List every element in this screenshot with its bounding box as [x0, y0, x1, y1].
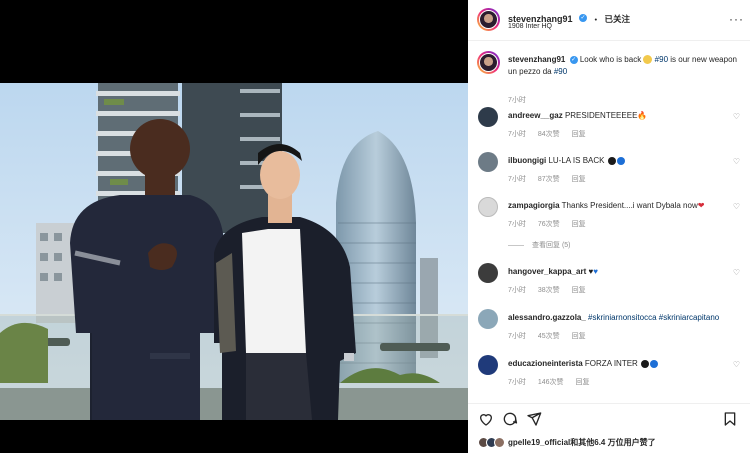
comment-icon[interactable] [502, 411, 518, 427]
comment-likes[interactable]: 38次赞 [538, 287, 560, 294]
comment-likes[interactable]: 45次赞 [538, 333, 560, 340]
comment-like-icon[interactable]: ♡ [733, 112, 740, 121]
blue-circle-emoji-icon [616, 156, 625, 165]
post-side-panel: stevenzhang91 ✓ • 已关注 1908 Inter HQ ··· … [468, 0, 750, 453]
more-icon[interactable]: ··· [729, 12, 744, 26]
comment-text: PRESIDENTEEEEE [564, 111, 638, 120]
comment-body: ilbuongigi LU-LA IS BACK [508, 155, 746, 167]
comment-text: FORZA INTER [584, 359, 638, 368]
black-circle-emoji-icon [607, 156, 616, 165]
comment-like-icon[interactable]: ♡ [733, 157, 740, 166]
comment-like-icon[interactable]: ♡ [733, 360, 740, 369]
blue-circle-emoji-icon [650, 359, 659, 368]
comment-meta: 7小时 87次赞 回复 [508, 174, 596, 184]
comment-body: zampagiorgia Thanks President....i want … [508, 200, 746, 212]
verified-icon: ✓ [578, 13, 587, 22]
bookmark-icon[interactable] [722, 411, 738, 427]
comment-avatar[interactable] [478, 309, 498, 329]
comment-body: andreew__gaz PRESIDENTEEEEE🔥 [508, 110, 746, 122]
black-circle-emoji-icon [641, 359, 650, 368]
caption-username[interactable]: stevenzhang91 [508, 55, 565, 64]
reply-button[interactable]: 回复 [576, 379, 590, 386]
likes-summary: gpelle19_official和其他6.4 万位用户赞了 [468, 433, 750, 453]
caption-line-1: stevenzhang91 ✓ Look who is back #90 is … [508, 54, 746, 66]
comment-avatar[interactable] [478, 197, 498, 217]
comment-time: 7小时 [508, 287, 526, 294]
caption-hashtag-90[interactable]: #90 [655, 55, 668, 64]
comment-avatar[interactable] [478, 107, 498, 127]
comment-avatar[interactable] [478, 152, 498, 172]
post-photo[interactable] [0, 83, 468, 420]
comment-body: hangover_kappa_art ♥♥ [508, 266, 746, 278]
comment-username[interactable]: alessandro.gazzola_ [508, 313, 586, 322]
blue-heart-emoji-icon: ♥ [593, 267, 598, 276]
comment-meta: 7小时 84次赞 回复 [508, 129, 596, 139]
likes-count[interactable]: 和其他6.4 万位用户赞了 [570, 438, 655, 447]
view-replies-button[interactable]: 查看回复 (5) [508, 240, 571, 250]
comment-text: Thanks President....i want Dybala now [561, 201, 698, 210]
action-bar [468, 403, 750, 433]
comment-avatar[interactable] [478, 355, 498, 375]
caption-hashtag-90-2[interactable]: #90 [554, 67, 567, 76]
verified-icon: ✓ [569, 55, 578, 64]
comment-meta: 7小时 45次赞 回复 [508, 331, 596, 341]
comment-hashtags[interactable]: #skriniarnonsitocca #skriniarcapitano [588, 313, 719, 322]
comment-avatar[interactable] [478, 263, 498, 283]
heart-icon[interactable] [478, 411, 494, 427]
comment-body: educazioneinterista FORZA INTER [508, 358, 746, 370]
caption-avatar[interactable] [477, 51, 500, 74]
comment-body: alessandro.gazzola_ #skriniarnonsitocca … [508, 312, 746, 324]
caption-line2-pre: un pezzo da [508, 67, 552, 76]
reply-button[interactable]: 回复 [572, 333, 586, 340]
comment-time: 7小时 [508, 379, 526, 386]
comment-like-icon[interactable]: ♡ [733, 202, 740, 211]
comment-username[interactable]: andreew__gaz [508, 111, 563, 120]
caption-time: 7小时 [508, 97, 526, 104]
comment-likes[interactable]: 87次赞 [538, 176, 560, 183]
comment-username[interactable]: hangover_kappa_art [508, 267, 586, 276]
comment-meta: 7小时 146次赞 回复 [508, 377, 600, 387]
caption-line-2: un pezzo da #90 [508, 66, 746, 78]
comment-like-icon[interactable]: ♡ [733, 268, 740, 277]
comment-likes[interactable]: 146次赞 [538, 379, 564, 386]
liker-username[interactable]: gpelle19_official [508, 438, 570, 447]
follow-separator: • [594, 15, 598, 24]
post-header: stevenzhang91 ✓ • 已关注 1908 Inter HQ ··· [468, 0, 750, 41]
share-icon[interactable] [526, 411, 542, 427]
comment-time: 7小时 [508, 333, 526, 340]
post-location[interactable]: 1908 Inter HQ [508, 23, 552, 30]
emoji-icon [643, 55, 653, 65]
comment-username[interactable]: zampagiorgia [508, 201, 560, 210]
post-media [0, 0, 468, 453]
reply-button[interactable]: 回复 [572, 176, 586, 183]
reply-button[interactable]: 回复 [572, 221, 586, 228]
comment-time: 7小时 [508, 131, 526, 138]
comment-likes[interactable]: 76次赞 [538, 221, 560, 228]
caption-text-pre: Look who is back [579, 55, 642, 64]
comments-list[interactable]: stevenzhang91 ✓ Look who is back #90 is … [468, 41, 750, 403]
comment-username[interactable]: ilbuongigi [508, 156, 546, 165]
author-avatar[interactable] [477, 8, 500, 31]
red-heart-emoji-icon: ❤ [697, 201, 705, 210]
caption-text-mid: is our new weapon [670, 55, 737, 64]
likes-text: gpelle19_official和其他6.4 万位用户赞了 [508, 437, 656, 448]
comment-username[interactable]: educazioneinterista [508, 359, 583, 368]
following-button[interactable]: 已关注 [605, 14, 631, 24]
liker-avatar[interactable] [494, 437, 505, 448]
comment-time: 7小时 [508, 221, 526, 228]
comment-meta: 7小时 76次赞 回复 [508, 219, 596, 229]
comment-likes[interactable]: 84次赞 [538, 131, 560, 138]
comment-text: LU-LA IS BACK [548, 156, 605, 165]
comment-time: 7小时 [508, 176, 526, 183]
fire-emoji-icon: 🔥 [637, 111, 648, 120]
photo-illustration [0, 83, 468, 420]
reply-button[interactable]: 回复 [572, 287, 586, 294]
comment-meta: 7小时 38次赞 回复 [508, 285, 596, 295]
reply-button[interactable]: 回复 [572, 131, 586, 138]
